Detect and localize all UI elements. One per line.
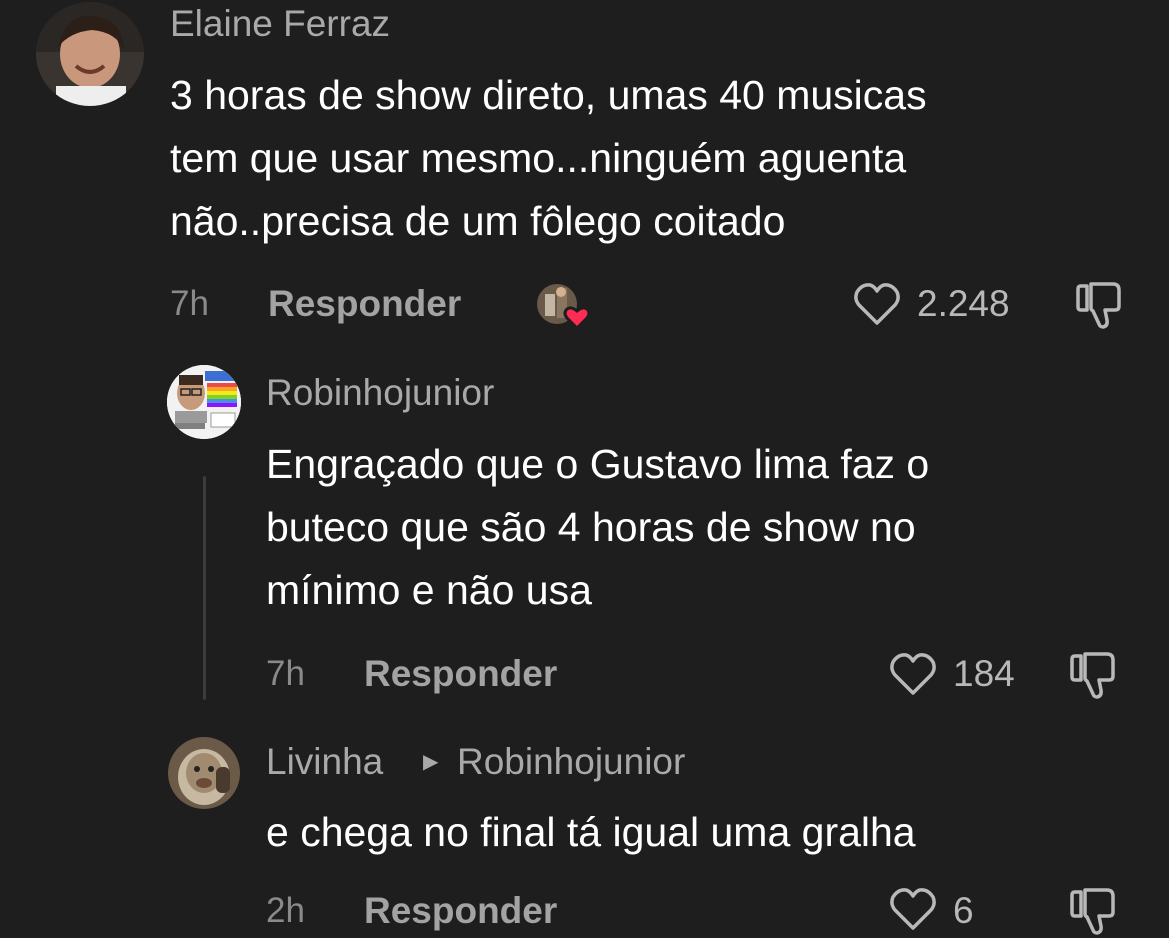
avatar[interactable] [36, 2, 144, 106]
thumbs-down-outline-icon [1070, 652, 1115, 699]
reply-to-username[interactable]: Robinhojunior [457, 740, 685, 784]
comment-username[interactable]: Elaine Ferraz [170, 2, 390, 46]
comment-timestamp: 7h [266, 654, 305, 693]
comment-username[interactable]: Robinhojunior [266, 371, 494, 415]
like-button[interactable] [852, 281, 902, 327]
heart-outline-icon [890, 888, 936, 930]
comment-timestamp: 7h [170, 284, 209, 323]
like-button[interactable] [888, 886, 938, 932]
comment-text: Engraçado que o Gustavo lima faz o butec… [266, 441, 930, 613]
avatar[interactable] [167, 365, 241, 439]
like-count: 184 [953, 653, 1015, 694]
like-count: 6 [953, 890, 974, 931]
reply-button[interactable]: Responder [364, 652, 557, 696]
heart-outline-icon [890, 653, 936, 695]
dislike-button[interactable] [1067, 650, 1119, 702]
thumbs-down-outline-icon [1070, 888, 1115, 935]
comment-text: 3 horas de show direto, umas 40 musicas … [170, 72, 927, 244]
reply-button[interactable]: Responder [364, 889, 557, 933]
heart-filled-badge-icon [563, 306, 591, 331]
comment-timestamp: 2h [266, 891, 305, 930]
caret-right-icon: ▶ [423, 751, 439, 773]
avatar[interactable] [168, 737, 240, 809]
dislike-button[interactable] [1073, 280, 1125, 332]
heart-outline-icon [854, 283, 900, 325]
reply-button[interactable]: Responder [268, 282, 461, 326]
dislike-button[interactable] [1067, 886, 1119, 938]
creator-liked-badge [535, 282, 595, 332]
comment-username[interactable]: Livinha [266, 740, 383, 784]
like-button[interactable] [888, 651, 938, 697]
like-count: 2.248 [917, 283, 1010, 324]
comment-text: e chega no final tá igual uma gralha [266, 809, 916, 855]
thread-line [203, 476, 206, 700]
thumbs-down-outline-icon [1076, 282, 1121, 329]
